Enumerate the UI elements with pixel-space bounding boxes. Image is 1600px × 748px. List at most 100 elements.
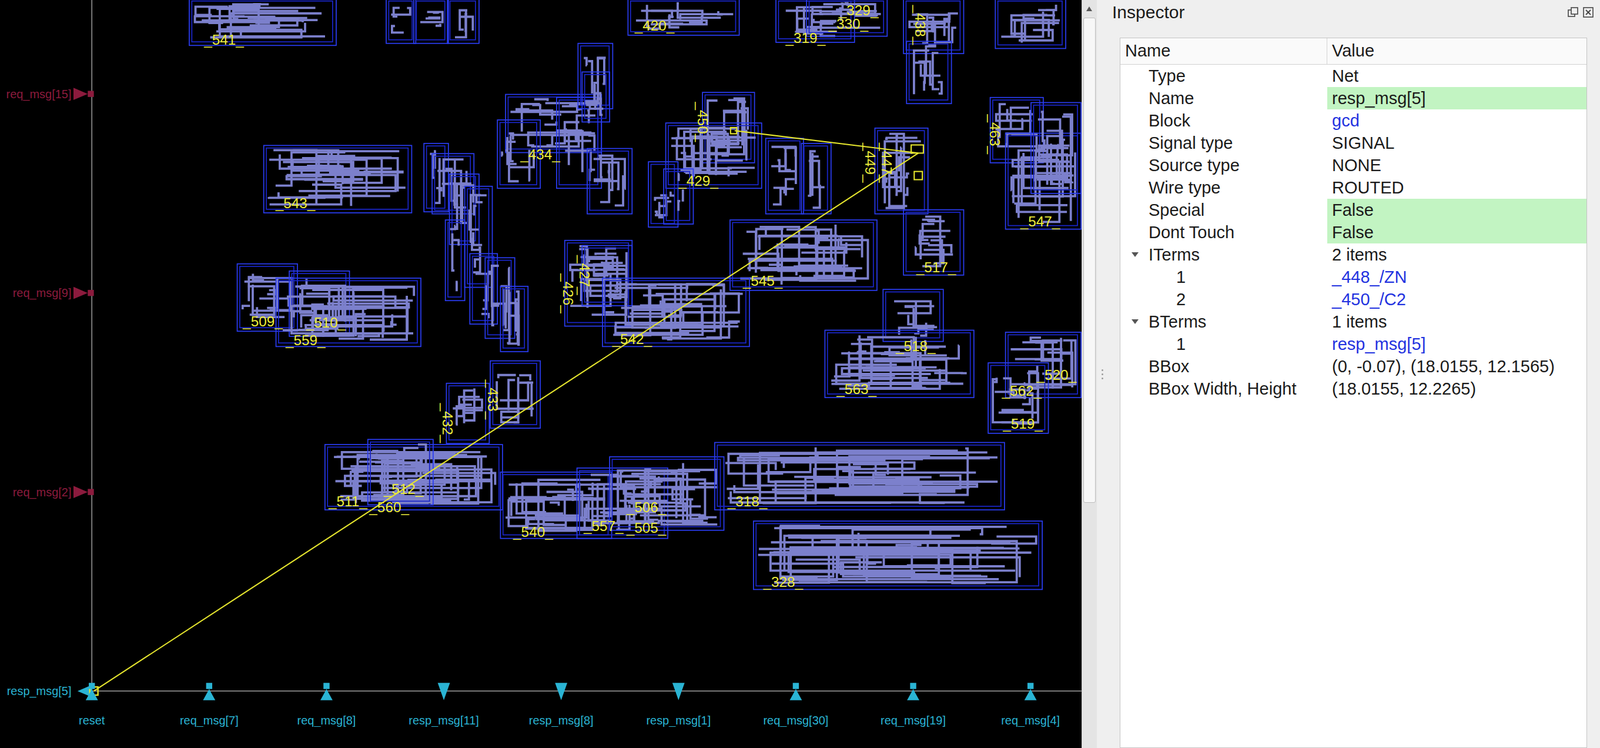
scroll-up-icon[interactable] [1085,5,1093,12]
pin-label[interactable]: req_msg[2] [0,484,72,500]
cell-label: _542_ [611,331,652,346]
vertical-scrollbar[interactable] [1081,0,1097,748]
inspector-panel: Inspector NameValue TypeNetNameresp_msg[… [1107,0,1600,748]
std-cell[interactable] [586,148,633,215]
cell-label: _432_ [440,403,455,444]
property-row[interactable]: ITerms2 items [1120,243,1587,266]
property-row[interactable]: 1_448_/ZN [1120,265,1587,289]
property-name: Name [1120,86,1328,110]
pin-icon [1024,682,1037,701]
property-value: 1 items [1327,310,1587,333]
property-row[interactable]: BTerms1 items [1120,310,1587,333]
std-cell[interactable] [385,0,417,45]
property-value: False [1327,198,1587,222]
property-row[interactable]: Signal type SIGNAL [1120,131,1587,155]
expanded-arrow-icon[interactable] [1129,249,1141,260]
pin-label[interactable]: req_msg[15] [0,86,72,102]
property-name: Source type [1120,154,1328,177]
property-name: 1 [1120,332,1328,356]
std-cell[interactable] [905,40,952,105]
property-value[interactable]: _450_/C2 [1327,288,1587,311]
property-link[interactable]: resp_msg[5] [1331,333,1427,354]
property-value: False [1327,221,1587,244]
property-table: NameValue TypeNetNameresp_msg[5]Blockgcd… [1119,37,1588,748]
property-row[interactable]: SpecialFalse [1120,198,1587,222]
property-name-text: ITerms [1148,244,1200,265]
cell-wiring-icon [414,0,448,42]
property-row[interactable]: Source typeNONE [1120,154,1587,177]
property-row[interactable]: 2_450_/C2 [1120,288,1587,311]
table-header: NameValue [1120,38,1587,65]
std-cell[interactable] [882,288,944,342]
property-value-text: False [1331,222,1374,243]
property-value-text: resp_msg[5] [1331,88,1427,109]
std-cell[interactable] [413,0,450,45]
std-cell[interactable] [556,96,602,189]
property-value-text: (18.0155, 12.2265) [1331,378,1476,399]
property-value-text: False [1331,199,1374,220]
std-cell[interactable] [504,94,602,154]
property-link[interactable]: _448_/ZN [1331,266,1407,287]
table-body: TypeNetNameresp_msg[5]BlockgcdSignal typ… [1120,64,1587,400]
property-name-text: Dont Touch [1148,222,1235,243]
cell-label: _434_ [520,146,561,162]
property-value[interactable]: gcd [1327,109,1587,132]
std-cell[interactable] [577,42,614,110]
expanded-arrow-icon[interactable] [1129,316,1141,327]
pin-label[interactable]: resp_msg[1] [627,713,731,728]
property-link[interactable]: _450_/C2 [1331,289,1407,310]
cell-label: _512_ [383,481,424,496]
std-cell[interactable] [469,252,498,325]
std-cell[interactable] [994,0,1067,49]
property-name: Signal type [1120,131,1328,155]
property-value[interactable]: resp_msg[5] [1327,332,1587,356]
pin-label[interactable]: reset [40,713,143,728]
pin-label[interactable]: req_msg[7] [158,713,261,728]
std-cell[interactable] [581,71,611,123]
pin-label[interactable]: resp_msg[8] [510,713,613,728]
property-name-text: Signal type [1148,132,1234,153]
property-row[interactable]: BBox Width, Height(18.0155, 12.2265) [1120,377,1587,400]
float-icon[interactable] [1567,6,1579,19]
pin-label[interactable]: req_msg[4] [979,713,1082,728]
std-cell[interactable] [801,142,832,215]
pin-label[interactable]: resp_msg[5] [0,683,72,698]
std-cell[interactable] [608,456,725,531]
column-header[interactable]: Value [1327,38,1587,65]
property-row[interactable]: Nameresp_msg[5] [1120,86,1587,110]
pin-label[interactable]: req_msg[8] [275,713,378,728]
property-value-text: NONE [1331,155,1382,176]
pin-label[interactable]: resp_msg[11] [392,713,495,728]
property-row[interactable]: Block gcd [1120,109,1587,132]
property-value: SIGNAL [1327,131,1587,155]
iterm-highlight [911,144,924,153]
pin-label[interactable]: req_msg[9] [0,285,72,300]
property-name-text: Block [1148,110,1191,131]
property-link[interactable]: gcd [1331,110,1360,131]
inspector-title-bar: Inspector [1107,0,1600,25]
property-row[interactable]: Wire typeROUTED [1120,176,1587,199]
cell-label: _541_ [203,32,244,48]
std-cell[interactable] [500,285,530,353]
std-cell[interactable] [446,0,480,45]
column-header[interactable]: Name [1120,38,1328,65]
std-cell[interactable] [1030,102,1082,194]
std-cell[interactable] [444,219,466,301]
close-icon[interactable] [1582,6,1595,19]
std-cell[interactable] [765,137,805,214]
panel-splitter[interactable] [1096,0,1108,748]
pin-label[interactable]: req_msg[19] [862,713,965,728]
property-row[interactable]: TypeNet [1120,64,1587,87]
cell-label: _506_ [626,500,667,515]
property-value[interactable]: _448_/ZN [1327,265,1587,289]
layout-view[interactable]: _541__420__319__330__329__438__434__543_… [0,0,1082,748]
property-row[interactable]: BBox(0, -0.07), (18.0155, 12.1565) [1120,355,1587,378]
cell-label: _319_ [785,30,826,45]
cell-wiring-icon [500,286,527,351]
scrollbar-thumb[interactable] [1083,17,1096,503]
property-name: ITerms [1120,243,1328,266]
pin-label[interactable]: req_msg[30] [744,713,848,728]
property-row[interactable]: Dont Touch False [1120,221,1587,244]
property-row[interactable]: 1resp_msg[5] [1120,332,1587,356]
cell-label: _540_ [513,524,554,539]
